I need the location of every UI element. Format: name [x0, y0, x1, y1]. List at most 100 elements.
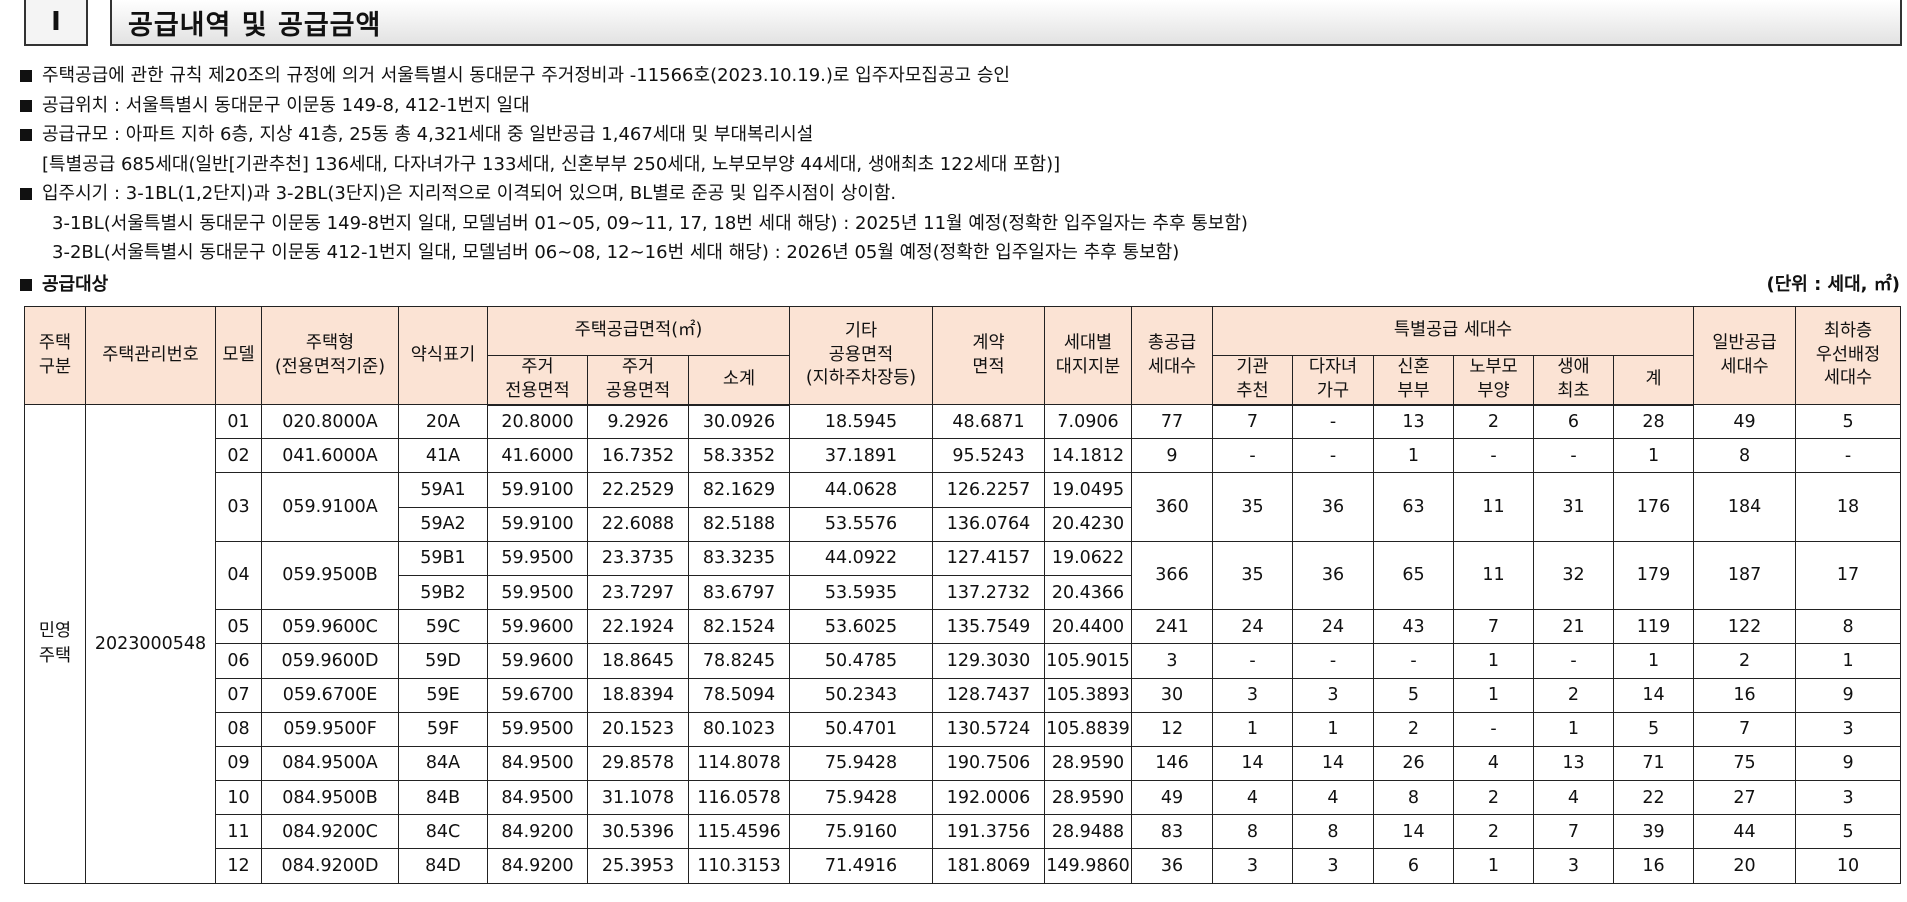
multi-child-cell: 3	[1292, 677, 1374, 713]
institution-cell: 35	[1212, 472, 1293, 542]
total-supply-cell: 77	[1131, 403, 1213, 440]
th-general: 일반공급 세대수	[1693, 306, 1797, 405]
lowest-floor-cell: 10	[1795, 848, 1902, 884]
note-text: 주택공급에 관한 규칙 제20조의 규정에 의거 서울특별시 동대문구 주거정비…	[42, 65, 1010, 86]
general-cell: 184	[1693, 472, 1797, 542]
short-code-cell: 84D	[398, 848, 488, 884]
land-share-cell: 7.0906	[1044, 403, 1132, 440]
subtotal-cell: 83.6797	[688, 574, 790, 611]
note-line: [특별공급 685세대(일반[기관추천] 136세대, 다자녀가구 133세대,…	[20, 150, 1890, 180]
subtotal-cell: 82.5188	[688, 506, 790, 542]
multi-child-cell: 14	[1292, 745, 1374, 782]
land-share-cell: 20.4366	[1044, 574, 1132, 611]
newlywed-cell: 1	[1373, 438, 1454, 474]
special-total-cell: 22	[1612, 780, 1695, 816]
th-special-total: 계	[1612, 355, 1695, 406]
other-common-cell: 75.9428	[789, 745, 933, 782]
special-total-cell: 39	[1612, 814, 1695, 850]
th-house-type: 주택 구분	[24, 306, 86, 405]
th-private-area: 주거 전용면적	[487, 355, 588, 406]
short-code-cell: 41A	[398, 438, 488, 474]
institution-cell: 3	[1212, 677, 1293, 713]
section-number: I	[24, 0, 88, 46]
newlywed-cell: 14	[1373, 814, 1454, 850]
lowest-floor-cell: 9	[1795, 677, 1902, 713]
other-common-cell: 53.6025	[789, 609, 933, 645]
supply-notes: 주택공급에 관한 규칙 제20조의 규정에 의거 서울특별시 동대문구 주거정비…	[20, 61, 1890, 268]
common-area-cell: 31.1078	[587, 780, 689, 816]
subtotal-cell: 58.3352	[688, 438, 790, 474]
housing-type-cell: 084.9500A	[261, 745, 399, 782]
short-code-cell: 59F	[398, 711, 488, 747]
subtotal-cell: 116.0578	[688, 780, 790, 816]
institution-cell: 1	[1212, 711, 1293, 747]
table-row: 03 059.9100A 59A1 59.9100 22.2529 82.1629 44.0…	[25, 472, 1902, 542]
supply-target-heading: 공급대상 (단위 : 세대, ㎡)	[20, 271, 1900, 299]
note-line: 공급규모 : 아파트 지하 6층, 지상 41층, 25동 총 4,321세대 …	[20, 120, 1890, 150]
total-supply-cell: 146	[1131, 745, 1213, 782]
short-code-cell: 59C	[398, 609, 488, 645]
square-bullet-icon	[20, 279, 32, 291]
first-time-cell: 1	[1533, 711, 1614, 747]
note-text: 입주시기 : 3-1BL(1,2단지)과 3-2BL(3단지)은 지리적으로 이…	[42, 183, 897, 204]
lowest-floor-cell: 17	[1795, 540, 1902, 611]
other-common-cell: 50.4785	[789, 643, 933, 679]
multi-child-cell: 4	[1292, 780, 1374, 816]
newlywed-cell: 63	[1373, 472, 1454, 542]
subtotal-cell: 78.8245	[688, 643, 790, 679]
subtotal-cell: 110.3153	[688, 848, 790, 884]
housing-type-cell: 059.9100A	[261, 472, 399, 542]
total-supply-cell: 3	[1131, 643, 1213, 679]
special-total-cell: 179	[1612, 540, 1695, 611]
table-row: 민영 주택 2023000548 01 020.8000A 20A 20.8000 9.292…	[24, 403, 1902, 884]
common-area-cell: 20.1523	[587, 711, 689, 747]
first-time-cell: -	[1533, 643, 1614, 679]
private-area-cell: 59.9100	[487, 472, 588, 508]
note-line: 3-2BL(서울특별시 동대문구 이문동 412-1번지 일대, 모델넘버 06…	[20, 238, 1890, 268]
th-institution: 기관 추천	[1212, 355, 1293, 406]
table-row: 09 084.9500A 84A 84.9500 29.8578 114.8078 75.9…	[25, 745, 1902, 782]
special-total-cell: 119	[1612, 609, 1695, 645]
subtotal-cell: 114.8078	[688, 745, 790, 782]
other-common-cell: 50.4701	[789, 711, 933, 747]
general-cell: 20	[1693, 848, 1797, 884]
table-row: 11 084.9200C 84C 84.9200 30.5396 115.4596 75.9…	[25, 814, 1902, 850]
subtotal-cell: 30.0926	[688, 403, 790, 440]
housing-type-cell: 084.9200C	[261, 814, 399, 850]
institution-cell: -	[1212, 643, 1293, 679]
common-area-cell: 22.6088	[587, 506, 689, 542]
common-area-cell: 22.1924	[587, 609, 689, 645]
newlywed-cell: -	[1373, 643, 1454, 679]
table-row: 06 059.9600D 59D 59.9600 18.8645 78.8245 50.47…	[25, 643, 1902, 679]
contract-area-cell: 135.7549	[932, 609, 1045, 645]
institution-cell: 14	[1212, 745, 1293, 782]
first-time-cell: 31	[1533, 472, 1614, 542]
house-type-group-cell: 민영 주택	[24, 404, 86, 884]
private-area-cell: 84.9500	[487, 745, 588, 782]
short-code-cell: 59B1	[398, 540, 488, 576]
subtotal-cell: 82.1524	[688, 609, 790, 645]
elderly-cell: 11	[1453, 540, 1534, 611]
lowest-floor-cell: 1	[1795, 643, 1902, 679]
th-supply-area: 주택공급면적(㎡)	[487, 306, 790, 356]
land-share-cell: 19.0495	[1044, 472, 1132, 508]
contract-area-cell: 129.3030	[932, 643, 1045, 679]
model-cell: 05	[215, 609, 262, 645]
total-supply-cell: 12	[1131, 711, 1213, 747]
institution-cell: 35	[1212, 540, 1293, 611]
subtotal-cell: 78.5094	[688, 677, 790, 713]
short-code-cell: 59A2	[398, 506, 488, 542]
unit-label: (단위 : 세대, ㎡)	[1766, 274, 1900, 295]
elderly-cell: 2	[1453, 780, 1534, 816]
first-time-cell: -	[1533, 438, 1614, 474]
land-share-cell: 19.0622	[1044, 540, 1132, 576]
other-common-cell: 37.1891	[789, 438, 933, 474]
other-common-cell: 44.0922	[789, 540, 933, 576]
subtotal-cell: 82.1629	[688, 472, 790, 508]
model-cell: 09	[215, 745, 262, 782]
short-code-cell: 59E	[398, 677, 488, 713]
contract-area-cell: 190.7506	[932, 745, 1045, 782]
newlywed-cell: 65	[1373, 540, 1454, 611]
table-row: 10 084.9500B 84B 84.9500 31.1078 116.0578 75.9…	[25, 780, 1902, 816]
elderly-cell: 4	[1453, 745, 1534, 782]
